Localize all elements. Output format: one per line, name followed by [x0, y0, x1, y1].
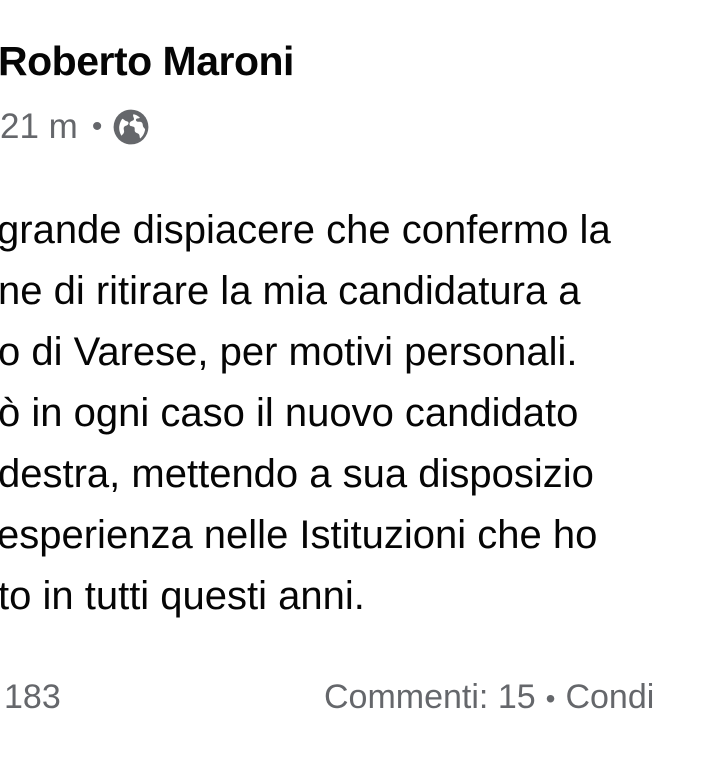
post-footer: 183 Commenti: 15 • Condi — [0, 670, 702, 730]
post-text-line: destra, mettendo a sua disposizio — [0, 452, 594, 496]
facebook-post: Roberto Maroni 21 m • grande dispiacere … — [0, 0, 702, 764]
post-text-line: ò in ogni caso il nuovo candidato — [0, 391, 579, 435]
post-text-line: ne di ritirare la mia candidatura a — [0, 269, 581, 313]
post-author-name[interactable]: Roberto Maroni — [0, 38, 294, 85]
post-meta: 21 m • — [0, 104, 150, 150]
post-timestamp[interactable]: 21 m — [0, 107, 78, 147]
reactions-count[interactable]: 183 — [4, 678, 61, 717]
stats-separator: • — [545, 683, 556, 714]
post-text-line: to in tutti questi anni. — [0, 574, 365, 618]
post-stats: Commenti: 15 • Condi — [324, 678, 654, 717]
shares-count[interactable]: Condi — [565, 678, 654, 716]
comments-count[interactable]: Commenti: 15 — [324, 678, 536, 716]
post-text-line: grande dispiacere che confermo la — [0, 208, 611, 252]
post-text-line: o di Varese, per motivi personali. — [0, 330, 578, 374]
post-text-line: esperienza nelle Istituzioni che ho — [0, 513, 598, 557]
globe-icon[interactable] — [112, 108, 150, 146]
meta-separator: • — [91, 110, 103, 143]
